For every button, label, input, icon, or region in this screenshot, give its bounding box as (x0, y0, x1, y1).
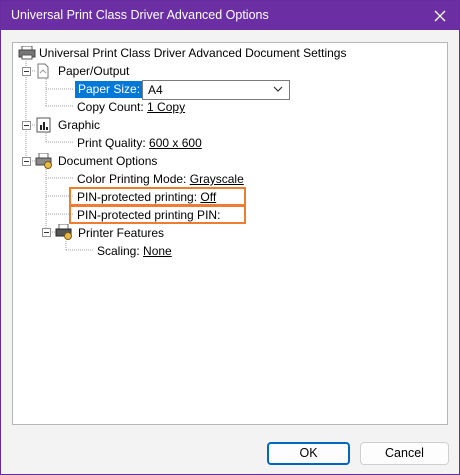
graphic-icon (36, 117, 52, 133)
scaling-value: None (143, 244, 172, 258)
pin-printing-value: Off (200, 190, 217, 204)
print-quality-label: Print Quality: (77, 136, 146, 150)
paper-size-label[interactable]: Paper Size: (75, 81, 144, 98)
color-mode-value: Grayscale (189, 172, 244, 186)
printer-features-label[interactable]: Printer Features (78, 224, 164, 242)
pin-printing-row[interactable]: PIN-protected printing: Off (77, 188, 216, 206)
chevron-down-icon (273, 86, 283, 93)
collapse-icon (22, 157, 31, 166)
document-options-icon (35, 153, 53, 169)
paper-output-label[interactable]: Paper/Output (58, 62, 129, 80)
close-icon (434, 10, 446, 22)
collapse-icon (22, 121, 31, 130)
copy-count-value: 1 Copy (147, 100, 186, 114)
scaling-row[interactable]: Scaling: None (97, 242, 172, 260)
paper-size-value: A4 (148, 83, 163, 97)
cancel-button[interactable]: Cancel (360, 442, 449, 465)
ok-button[interactable]: OK (267, 442, 350, 465)
collapse-icon (42, 228, 51, 237)
settings-tree[interactable]: Universal Print Class Driver Advanced Do… (12, 42, 448, 425)
color-mode-label: Color Printing Mode: (77, 172, 187, 186)
tree-root-label[interactable]: Universal Print Class Driver Advanced Do… (39, 44, 346, 62)
print-quality-value: 600 x 600 (149, 136, 202, 150)
paper-size-select[interactable]: A4 (142, 80, 290, 100)
pin-label: PIN-protected printing PIN: (77, 208, 221, 222)
printer-icon (18, 46, 36, 60)
paper-icon (35, 63, 51, 79)
print-quality-row[interactable]: Print Quality: 600 x 600 (77, 134, 202, 152)
printer-features-icon (55, 224, 73, 240)
pin-printing-label: PIN-protected printing: (77, 190, 198, 204)
document-options-label[interactable]: Document Options (58, 152, 157, 170)
collapse-icon (22, 67, 31, 76)
title-bar: Universal Print Class Driver Advanced Op… (1, 1, 459, 30)
copy-count-label: Copy Count: (77, 100, 144, 114)
pin-row[interactable]: PIN-protected printing PIN: (77, 206, 220, 224)
color-mode-row[interactable]: Color Printing Mode: Grayscale (77, 170, 244, 188)
window-title: Universal Print Class Driver Advanced Op… (11, 8, 269, 22)
dialog-window: Universal Print Class Driver Advanced Op… (0, 0, 460, 475)
graphic-label[interactable]: Graphic (58, 116, 100, 134)
copy-count-row[interactable]: Copy Count: 1 Copy (77, 98, 185, 116)
scaling-label: Scaling: (97, 244, 140, 258)
close-button[interactable] (421, 1, 459, 30)
